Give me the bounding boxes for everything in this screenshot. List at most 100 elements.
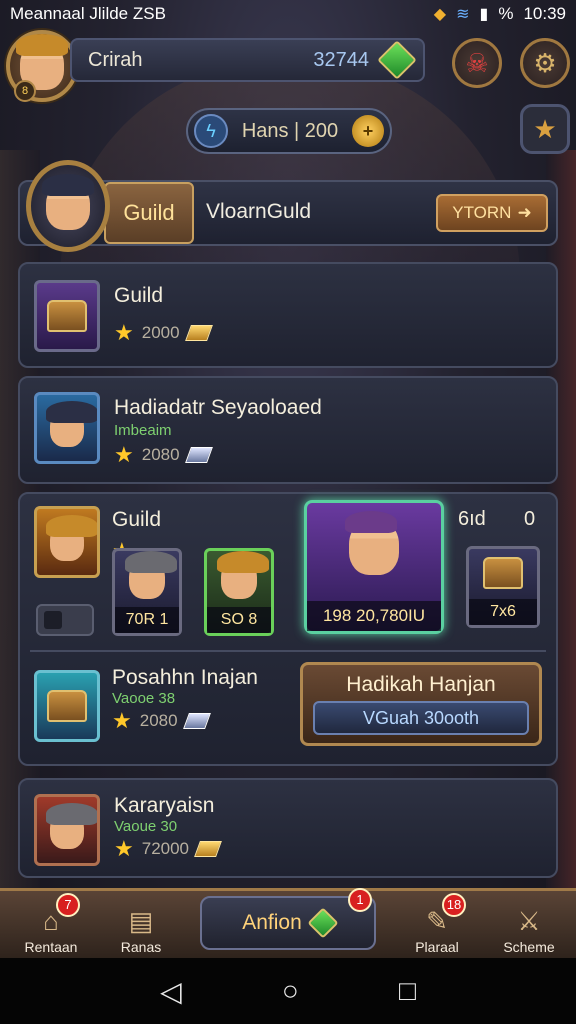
nav-scheme[interactable]: ⚔ Scheme bbox=[484, 891, 574, 961]
background-arch bbox=[60, 60, 520, 280]
gem-icon bbox=[307, 907, 339, 939]
player-name: Crirah bbox=[88, 48, 143, 71]
battery-text: % bbox=[498, 4, 514, 23]
lightning-icon: ϟ bbox=[194, 114, 228, 148]
sub-item-value: 2080 bbox=[139, 711, 178, 730]
status-time: 10:39 bbox=[523, 4, 566, 23]
nav-label: Scheme bbox=[503, 939, 555, 955]
star-icon: ★ bbox=[533, 113, 557, 144]
demon-mask-icon: ☠ bbox=[465, 47, 489, 78]
list-item-guild[interactable]: Guild ★ 2000 bbox=[18, 262, 558, 368]
promo-button[interactable]: VGuah 30ooth bbox=[313, 701, 529, 735]
action-label: Anfion bbox=[242, 911, 302, 934]
sub-item-subtitle: Vaooe 38 bbox=[112, 690, 176, 707]
hero-card-caption: 198 20,780IU bbox=[307, 601, 441, 631]
card-stats: ★ 72000 bbox=[114, 836, 222, 862]
card-title: Hadiadatr Seyaoloaed bbox=[114, 396, 322, 419]
star-icon: ★ bbox=[114, 836, 134, 861]
sword-icon: ⚔ bbox=[517, 906, 541, 936]
guild-leader-portrait-icon bbox=[42, 174, 94, 230]
nav-quest[interactable]: ✎ Plaraal 18 bbox=[392, 891, 482, 961]
hero-thumbnail bbox=[34, 392, 100, 464]
chest-icon bbox=[483, 557, 523, 589]
silver-ingot-icon bbox=[184, 447, 213, 463]
wifi-icon: ≋ bbox=[456, 6, 470, 23]
card-title: Kararyaisn bbox=[114, 794, 215, 817]
tab-guild[interactable]: Guild bbox=[104, 182, 194, 244]
chest-icon bbox=[47, 690, 87, 722]
favorites-button[interactable]: ★ bbox=[520, 104, 570, 154]
join-button-label: YTORN bbox=[452, 203, 512, 222]
action-button[interactable]: Anfion 1 bbox=[200, 888, 376, 950]
energy-label: Hans | 200 bbox=[241, 119, 339, 142]
guild-emblem[interactable] bbox=[26, 160, 110, 252]
nav-label: Ranas bbox=[120, 939, 162, 955]
sub-item-title: Posahhn Inajan bbox=[112, 666, 258, 689]
gold-ingot-icon bbox=[194, 841, 222, 857]
nav-label: Plaraal bbox=[415, 939, 459, 955]
guild-hero-thumbnail[interactable] bbox=[34, 506, 100, 578]
star-icon: ★ bbox=[112, 708, 132, 733]
chest-thumbnail[interactable] bbox=[34, 670, 100, 742]
sub-item-stats: ★ 2080 bbox=[112, 708, 211, 734]
card-title: Guild bbox=[114, 284, 164, 307]
silver-ingot-icon bbox=[182, 713, 211, 729]
side-count: 0 bbox=[524, 508, 536, 530]
hero-portrait-icon bbox=[345, 511, 399, 575]
energy-pill[interactable]: ϟ Hans | 200 + bbox=[186, 108, 392, 154]
card-value: 72000 bbox=[141, 839, 190, 858]
hero-portrait-icon bbox=[46, 803, 97, 849]
status-bar: Meannaal Jlilde ZSB ◆ ≋ ▮ % 10:39 bbox=[0, 0, 576, 28]
card-subtitle: Imbeaim bbox=[114, 422, 172, 439]
hero-card[interactable]: 7x6 bbox=[466, 546, 540, 628]
card-stats: ★ 2080 bbox=[114, 442, 213, 468]
hero-card-caption: 70R 1 bbox=[115, 607, 179, 633]
join-button[interactable]: YTORN ➜ bbox=[436, 194, 548, 232]
hero-card-caption: 7x6 bbox=[469, 599, 537, 625]
notification-badge: 7 bbox=[56, 893, 80, 917]
back-icon[interactable]: ◁ bbox=[160, 975, 182, 1008]
hero-card[interactable]: 70R 1 bbox=[112, 548, 182, 636]
chest-icon bbox=[47, 300, 87, 332]
list-item-kararyaisn[interactable]: Kararyaisn Vaoue 30 ★ 72000 bbox=[18, 778, 558, 878]
home-icon[interactable]: ○ bbox=[282, 975, 299, 1007]
panel-toggle[interactable] bbox=[36, 604, 94, 636]
gold-ingot-icon bbox=[184, 325, 213, 341]
promo-title: Hadikah Hanjan bbox=[346, 673, 496, 696]
notification-icon: ◆ bbox=[433, 6, 447, 23]
player-info-bar[interactable]: Crirah 32744 bbox=[70, 38, 425, 82]
hero-thumbnail bbox=[34, 794, 100, 866]
mask-button[interactable]: ☠ bbox=[452, 38, 502, 88]
promo-panel: Hadikah Hanjan VGuah 30ooth bbox=[300, 662, 542, 746]
system-nav-bar: ◁ ○ □ bbox=[0, 958, 576, 1024]
hero-portrait-icon bbox=[217, 551, 269, 599]
chest-icon: ▤ bbox=[128, 906, 154, 936]
nav-chest[interactable]: ▤ Ranas bbox=[96, 891, 186, 961]
guild-name: VloarnGuld bbox=[206, 200, 312, 223]
status-left-text: Meannaal Jlilde ZSB bbox=[10, 4, 166, 23]
card-value: 2000 bbox=[141, 323, 180, 342]
hero-card-caption: SO 8 bbox=[207, 607, 271, 633]
gem-icon[interactable] bbox=[377, 40, 417, 80]
recents-icon[interactable]: □ bbox=[399, 975, 416, 1007]
nav-home[interactable]: ⌂ Rentaan 7 bbox=[6, 891, 96, 961]
treasure-cannon-icon bbox=[34, 280, 100, 352]
hero-card[interactable]: SO 8 bbox=[204, 548, 274, 636]
card-stats: ★ 2000 bbox=[114, 320, 213, 346]
notification-badge: 18 bbox=[442, 893, 466, 917]
heroes-panel-title: Guild bbox=[112, 508, 162, 531]
player-avatar[interactable]: 8 bbox=[6, 30, 78, 102]
coin-icon[interactable]: + bbox=[352, 115, 384, 147]
settings-button[interactable]: ⚙ bbox=[520, 38, 570, 88]
card-value: 2080 bbox=[141, 445, 180, 464]
featured-hero-card[interactable]: 198 20,780IU bbox=[304, 500, 444, 634]
star-icon: ★ bbox=[114, 442, 134, 467]
gear-icon: ⚙ bbox=[533, 47, 557, 78]
side-label: 6ıd bbox=[458, 508, 486, 530]
notification-badge: 1 bbox=[348, 888, 372, 912]
panel-divider bbox=[30, 650, 546, 652]
list-item-hadiadatr[interactable]: Hadiadatr Seyaoloaed Imbeaim ★ 2080 bbox=[18, 376, 558, 484]
hero-portrait-icon bbox=[46, 401, 97, 447]
hero-portrait-icon bbox=[46, 515, 97, 561]
signal-icon: ▮ bbox=[479, 6, 489, 23]
